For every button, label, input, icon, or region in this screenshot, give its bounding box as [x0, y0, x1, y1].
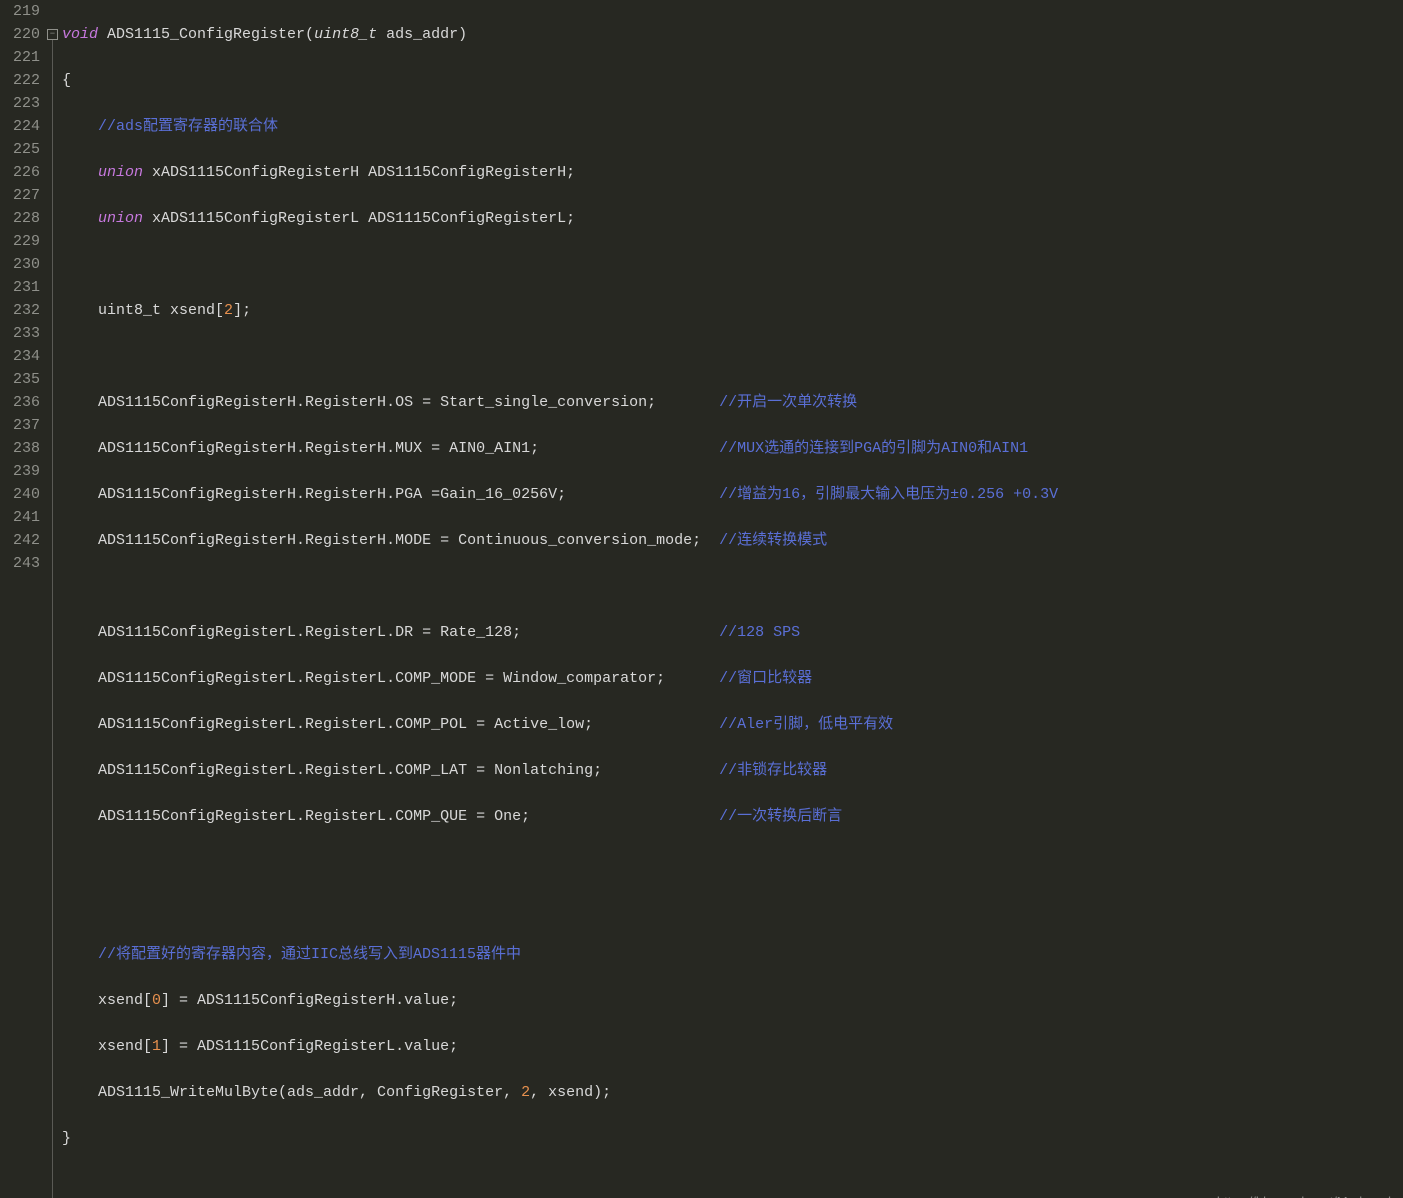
stmt: , xsend); — [530, 1084, 611, 1101]
code-line — [62, 253, 1403, 276]
code-line: void ADS1115_ConfigRegister(uint8_t ads_… — [62, 23, 1403, 46]
stmt: ] = ADS1115ConfigRegisterL.value; — [161, 1038, 458, 1055]
watermark: https://blog.csdn.net/Mark_md — [1217, 1190, 1391, 1198]
stmt: ADS1115ConfigRegisterL.RegisterL.COMP_QU… — [98, 808, 719, 825]
line-number: 234 — [4, 345, 40, 368]
stmt: ADS1115ConfigRegisterH.RegisterH.MODE = … — [98, 532, 719, 549]
line-number: 242 — [4, 529, 40, 552]
code-line: ADS1115ConfigRegisterL.RegisterL.DR = Ra… — [62, 621, 1403, 644]
line-number: 220 — [4, 23, 40, 46]
stmt: uint8_t xsend[ — [98, 302, 224, 319]
code-line: } — [62, 1127, 1403, 1150]
stmt: ADS1115_WriteMulByte(ads_addr, ConfigReg… — [98, 1084, 521, 1101]
code-line — [62, 851, 1403, 874]
line-number: 241 — [4, 506, 40, 529]
stmt: ]; — [233, 302, 251, 319]
line-number: 243 — [4, 552, 40, 575]
line-number: 230 — [4, 253, 40, 276]
stmt: xsend[ — [98, 1038, 152, 1055]
brace: { — [62, 72, 71, 89]
keyword-void: void — [62, 26, 98, 43]
stmt: ADS1115ConfigRegisterL.RegisterL.COMP_PO… — [98, 716, 719, 733]
comment: //Aler引脚，低电平有效 — [719, 716, 893, 733]
comment: //ads配置寄存器的联合体 — [98, 118, 278, 135]
code-line: xsend[1] = ADS1115ConfigRegisterL.value; — [62, 1035, 1403, 1058]
comment: //连续转换模式 — [719, 532, 827, 549]
stmt: ADS1115ConfigRegisterH.RegisterH.OS = St… — [98, 394, 719, 411]
stmt: ] = ADS1115ConfigRegisterH.value; — [161, 992, 458, 1009]
decl: xADS1115ConfigRegisterH ADS1115ConfigReg… — [143, 164, 575, 181]
stmt: ADS1115ConfigRegisterH.RegisterH.PGA =Ga… — [98, 486, 719, 503]
brace: } — [62, 1130, 71, 1147]
code-line: ADS1115_WriteMulByte(ads_addr, ConfigReg… — [62, 1081, 1403, 1104]
code-line: ADS1115ConfigRegisterL.RegisterL.COMP_MO… — [62, 667, 1403, 690]
line-number: 233 — [4, 322, 40, 345]
comment: //增益为16，引脚最大输入电压为±0.256 +0.3V — [719, 486, 1058, 503]
line-number: 235 — [4, 368, 40, 391]
line-number: 222 — [4, 69, 40, 92]
code-line: ADS1115ConfigRegisterL.RegisterL.COMP_PO… — [62, 713, 1403, 736]
line-number: 237 — [4, 414, 40, 437]
line-number: 226 — [4, 161, 40, 184]
line-number-gutter: 2192202212222232242252262272282292302312… — [0, 0, 46, 1198]
code-line: ADS1115ConfigRegisterL.RegisterL.COMP_QU… — [62, 805, 1403, 828]
code-line — [62, 897, 1403, 920]
stmt: xsend[ — [98, 992, 152, 1009]
keyword-union: union — [98, 164, 143, 181]
fold-guide-line — [52, 40, 53, 1198]
code-line: union xADS1115ConfigRegisterH ADS1115Con… — [62, 161, 1403, 184]
number: 2 — [521, 1084, 530, 1101]
comment: //窗口比较器 — [719, 670, 812, 687]
line-number: 239 — [4, 460, 40, 483]
comment: //MUX选通的连接到PGA的引脚为AIN0和AIN1 — [719, 440, 1028, 457]
comment: //一次转换后断言 — [719, 808, 842, 825]
code-line: union xADS1115ConfigRegisterL ADS1115Con… — [62, 207, 1403, 230]
line-number: 223 — [4, 92, 40, 115]
line-number: 232 — [4, 299, 40, 322]
number: 0 — [152, 992, 161, 1009]
code-line: xsend[0] = ADS1115ConfigRegisterH.value; — [62, 989, 1403, 1012]
line-number: 236 — [4, 391, 40, 414]
comment: //128 SPS — [719, 624, 800, 641]
param: ads_addr) — [377, 26, 467, 43]
code-line: { — [62, 69, 1403, 92]
code-editor[interactable]: 2192202212222232242252262272282292302312… — [0, 0, 1403, 1198]
code-line: ADS1115ConfigRegisterL.RegisterL.COMP_LA… — [62, 759, 1403, 782]
code-area[interactable]: void ADS1115_ConfigRegister(uint8_t ads_… — [60, 0, 1403, 1198]
line-number: 225 — [4, 138, 40, 161]
type: uint8_t — [314, 26, 377, 43]
line-number: 219 — [4, 0, 40, 23]
line-number: 231 — [4, 276, 40, 299]
keyword-union: union — [98, 210, 143, 227]
comment: //将配置好的寄存器内容，通过IIC总线写入到ADS1115器件中 — [98, 946, 521, 963]
code-line — [62, 345, 1403, 368]
code-line: //ads配置寄存器的联合体 — [62, 115, 1403, 138]
stmt: ADS1115ConfigRegisterL.RegisterL.COMP_LA… — [98, 762, 719, 779]
stmt: ADS1115ConfigRegisterH.RegisterH.MUX = A… — [98, 440, 719, 457]
code-line: ADS1115ConfigRegisterH.RegisterH.MUX = A… — [62, 437, 1403, 460]
code-line: //将配置好的寄存器内容，通过IIC总线写入到ADS1115器件中 — [62, 943, 1403, 966]
line-number: 221 — [4, 46, 40, 69]
comment: //开启一次单次转换 — [719, 394, 857, 411]
stmt: ADS1115ConfigRegisterL.RegisterL.DR = Ra… — [98, 624, 719, 641]
line-number: 224 — [4, 115, 40, 138]
decl: xADS1115ConfigRegisterL ADS1115ConfigReg… — [143, 210, 575, 227]
number: 2 — [224, 302, 233, 319]
fold-column: − — [46, 0, 60, 1198]
number: 1 — [152, 1038, 161, 1055]
line-number: 229 — [4, 230, 40, 253]
fold-toggle-icon[interactable]: − — [47, 29, 58, 40]
code-line: ADS1115ConfigRegisterH.RegisterH.OS = St… — [62, 391, 1403, 414]
comment: //非锁存比较器 — [719, 762, 827, 779]
line-number: 227 — [4, 184, 40, 207]
function-signature: ADS1115_ConfigRegister( — [98, 26, 314, 43]
line-number: 240 — [4, 483, 40, 506]
code-line: uint8_t xsend[2]; — [62, 299, 1403, 322]
code-line — [62, 575, 1403, 598]
line-number: 238 — [4, 437, 40, 460]
line-number: 228 — [4, 207, 40, 230]
code-line: ADS1115ConfigRegisterH.RegisterH.PGA =Ga… — [62, 483, 1403, 506]
stmt: ADS1115ConfigRegisterL.RegisterL.COMP_MO… — [98, 670, 719, 687]
code-line: ADS1115ConfigRegisterH.RegisterH.MODE = … — [62, 529, 1403, 552]
